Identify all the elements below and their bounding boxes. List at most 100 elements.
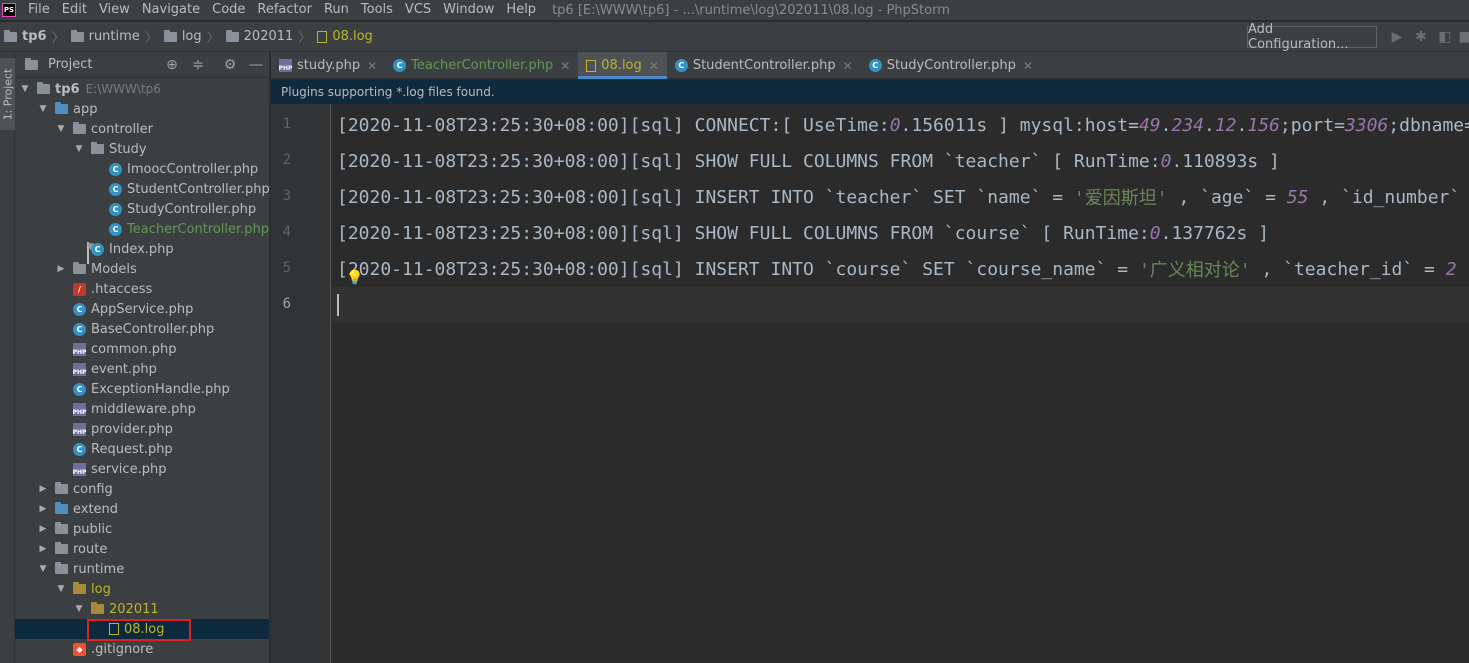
close-icon[interactable]: ✕ bbox=[843, 59, 853, 73]
project-tool-tab[interactable]: 1: Project bbox=[0, 58, 15, 130]
editor-tab[interactable]: C StudyController.php ✕ bbox=[861, 52, 1041, 79]
chevron-right-icon[interactable]: ▶ bbox=[55, 264, 67, 274]
tab-label: TeacherController.php bbox=[411, 58, 554, 73]
menu-item[interactable]: Window bbox=[437, 0, 500, 20]
breadcrumb-runtime[interactable]: runtime 〉 bbox=[67, 27, 160, 46]
tree-row[interactable]: PHP service.php bbox=[15, 459, 269, 479]
tree-row[interactable]: ▼ Study bbox=[15, 139, 269, 159]
code-token: .156011s ] mysql:host= bbox=[900, 114, 1139, 136]
tree-row[interactable]: PHP common.php bbox=[15, 339, 269, 359]
tree-row[interactable]: ▼ 202011 bbox=[15, 599, 269, 619]
chevron-down-icon[interactable]: ▼ bbox=[55, 584, 67, 594]
add-configuration-button[interactable]: Add Configuration... bbox=[1247, 22, 1377, 52]
chevron-right-icon[interactable]: ▶ bbox=[37, 544, 49, 554]
close-icon[interactable]: ✕ bbox=[560, 59, 570, 73]
tree-row[interactable]: C Request.php bbox=[15, 439, 269, 459]
tree-row[interactable]: ▶ route bbox=[15, 539, 269, 559]
tree-row[interactable]: C BaseController.php bbox=[15, 319, 269, 339]
intention-bulb-icon[interactable]: 💡 bbox=[346, 270, 363, 286]
code-token: . bbox=[1204, 114, 1215, 136]
chevron-down-icon[interactable]: ▼ bbox=[73, 604, 85, 614]
breadcrumb-08-log[interactable]: 08.log bbox=[313, 29, 375, 44]
tree-row[interactable]: ◆ .gitignore bbox=[15, 639, 269, 659]
tab-label: StudyController.php bbox=[886, 58, 1016, 73]
tree-row[interactable]: PHP provider.php bbox=[15, 419, 269, 439]
debug-icon[interactable]: ✱ bbox=[1413, 29, 1429, 45]
tree-row[interactable]: ▼ runtime bbox=[15, 559, 269, 579]
tree-row[interactable]: C TeacherController.php bbox=[15, 219, 269, 239]
tool-window-stripe: 1: Project bbox=[0, 52, 15, 663]
menu-item[interactable]: VCS bbox=[399, 0, 437, 20]
tree-label: ImoocController.php bbox=[127, 161, 259, 177]
tree-label: common.php bbox=[91, 341, 177, 357]
code-editor[interactable]: 123456 [2020-11-08T23:25:30+08:00][sql] … bbox=[271, 104, 1469, 663]
menu-item[interactable]: Refactor bbox=[251, 0, 318, 20]
tree-row[interactable]: / .htaccess bbox=[15, 279, 269, 299]
menu-item[interactable]: Help bbox=[500, 0, 542, 20]
project-view-selector[interactable]: Project bbox=[48, 57, 92, 72]
tree-row[interactable]: 08.log bbox=[15, 619, 269, 641]
tree-row[interactable]: ▼ controller bbox=[15, 119, 269, 139]
chevron-down-icon[interactable]: ▼ bbox=[19, 84, 31, 94]
folder-icon bbox=[225, 29, 239, 42]
gear-icon[interactable]: ⚙ bbox=[221, 56, 239, 74]
tree-row[interactable]: ▶ Models bbox=[15, 259, 269, 279]
folder-icon bbox=[55, 522, 68, 534]
tree-label: service.php bbox=[91, 461, 167, 477]
close-icon[interactable]: ✕ bbox=[367, 59, 377, 73]
menu-item[interactable]: Navigate bbox=[136, 0, 206, 20]
tree-row[interactable]: ▶ extend bbox=[15, 499, 269, 519]
php-file-icon: PHP bbox=[73, 342, 86, 356]
chevron-down-icon[interactable]: ▼ bbox=[73, 144, 85, 154]
menu-item[interactable]: View bbox=[93, 0, 136, 20]
menu-item[interactable]: Tools bbox=[355, 0, 399, 20]
tree-label: config bbox=[73, 481, 113, 497]
breadcrumb-log[interactable]: log 〉 bbox=[160, 27, 222, 46]
chevron-down-icon[interactable]: ▼ bbox=[37, 564, 49, 574]
menu-item[interactable]: Code bbox=[206, 0, 251, 20]
stop-icon[interactable]: ■ bbox=[1457, 29, 1469, 45]
locate-icon[interactable]: ⊕ bbox=[163, 56, 181, 74]
collapse-all-icon[interactable]: ≑ bbox=[189, 56, 207, 74]
tree-label: log bbox=[91, 581, 111, 597]
chevron-down-icon[interactable]: ▼ bbox=[55, 124, 67, 134]
tree-row[interactable]: PHP event.php bbox=[15, 359, 269, 379]
tree-row[interactable]: ▶ config bbox=[15, 479, 269, 499]
menu-item[interactable]: Run bbox=[318, 0, 355, 20]
project-path: E:\WWW\tp6 bbox=[85, 82, 161, 96]
line-number: 6 bbox=[282, 296, 291, 312]
breadcrumb-tp6[interactable]: tp6 〉 bbox=[0, 27, 67, 46]
close-icon[interactable]: ✕ bbox=[649, 59, 659, 73]
tree-row[interactable]: C Index.php bbox=[15, 239, 269, 259]
tree-row[interactable]: PHP middleware.php bbox=[15, 399, 269, 419]
chevron-right-icon[interactable]: ▶ bbox=[37, 524, 49, 534]
tree-row[interactable]: C AppService.php bbox=[15, 299, 269, 319]
tree-row[interactable]: C StudyController.php bbox=[15, 199, 269, 219]
chevron-right-icon[interactable]: ▶ bbox=[37, 484, 49, 494]
breadcrumb-202011[interactable]: 202011 〉 bbox=[222, 27, 314, 46]
tree-row[interactable]: C ExceptionHandle.php bbox=[15, 379, 269, 399]
hide-icon[interactable]: — bbox=[247, 56, 265, 74]
chevron-down-icon[interactable]: ▼ bbox=[37, 104, 49, 114]
coverage-icon[interactable]: ◧ bbox=[1437, 29, 1453, 45]
editor-tab[interactable]: 08.log ✕ bbox=[578, 52, 667, 79]
chevron-right-icon[interactable]: ▶ bbox=[37, 504, 49, 514]
tree-row[interactable]: C StudentController.php bbox=[15, 179, 269, 199]
close-icon[interactable]: ✕ bbox=[1023, 59, 1033, 73]
highlight-box bbox=[87, 619, 191, 641]
editor-tab[interactable]: C StudentController.php ✕ bbox=[667, 52, 861, 79]
code-token: ;dbname= bbox=[1388, 114, 1469, 136]
tree-label: .gitignore bbox=[91, 641, 154, 657]
editor-tab[interactable]: C TeacherController.php ✕ bbox=[385, 52, 578, 79]
tree-row[interactable]: ▼ app bbox=[15, 99, 269, 119]
tree-row[interactable]: ▼ log bbox=[15, 579, 269, 599]
menu-item[interactable]: Edit bbox=[56, 0, 93, 20]
text-caret bbox=[337, 294, 339, 316]
tree-row[interactable]: ▶ public bbox=[15, 519, 269, 539]
editor-tab[interactable]: PHP study.php ✕ bbox=[271, 52, 385, 79]
menu-item[interactable]: File bbox=[22, 0, 56, 20]
tree-row[interactable]: C ImoocController.php bbox=[15, 159, 269, 179]
run-icon[interactable]: ▶ bbox=[1389, 29, 1405, 45]
tree-row[interactable]: ▼ tp6 E:\WWW\tp6 bbox=[15, 79, 269, 99]
php-class-icon: C bbox=[868, 59, 882, 72]
